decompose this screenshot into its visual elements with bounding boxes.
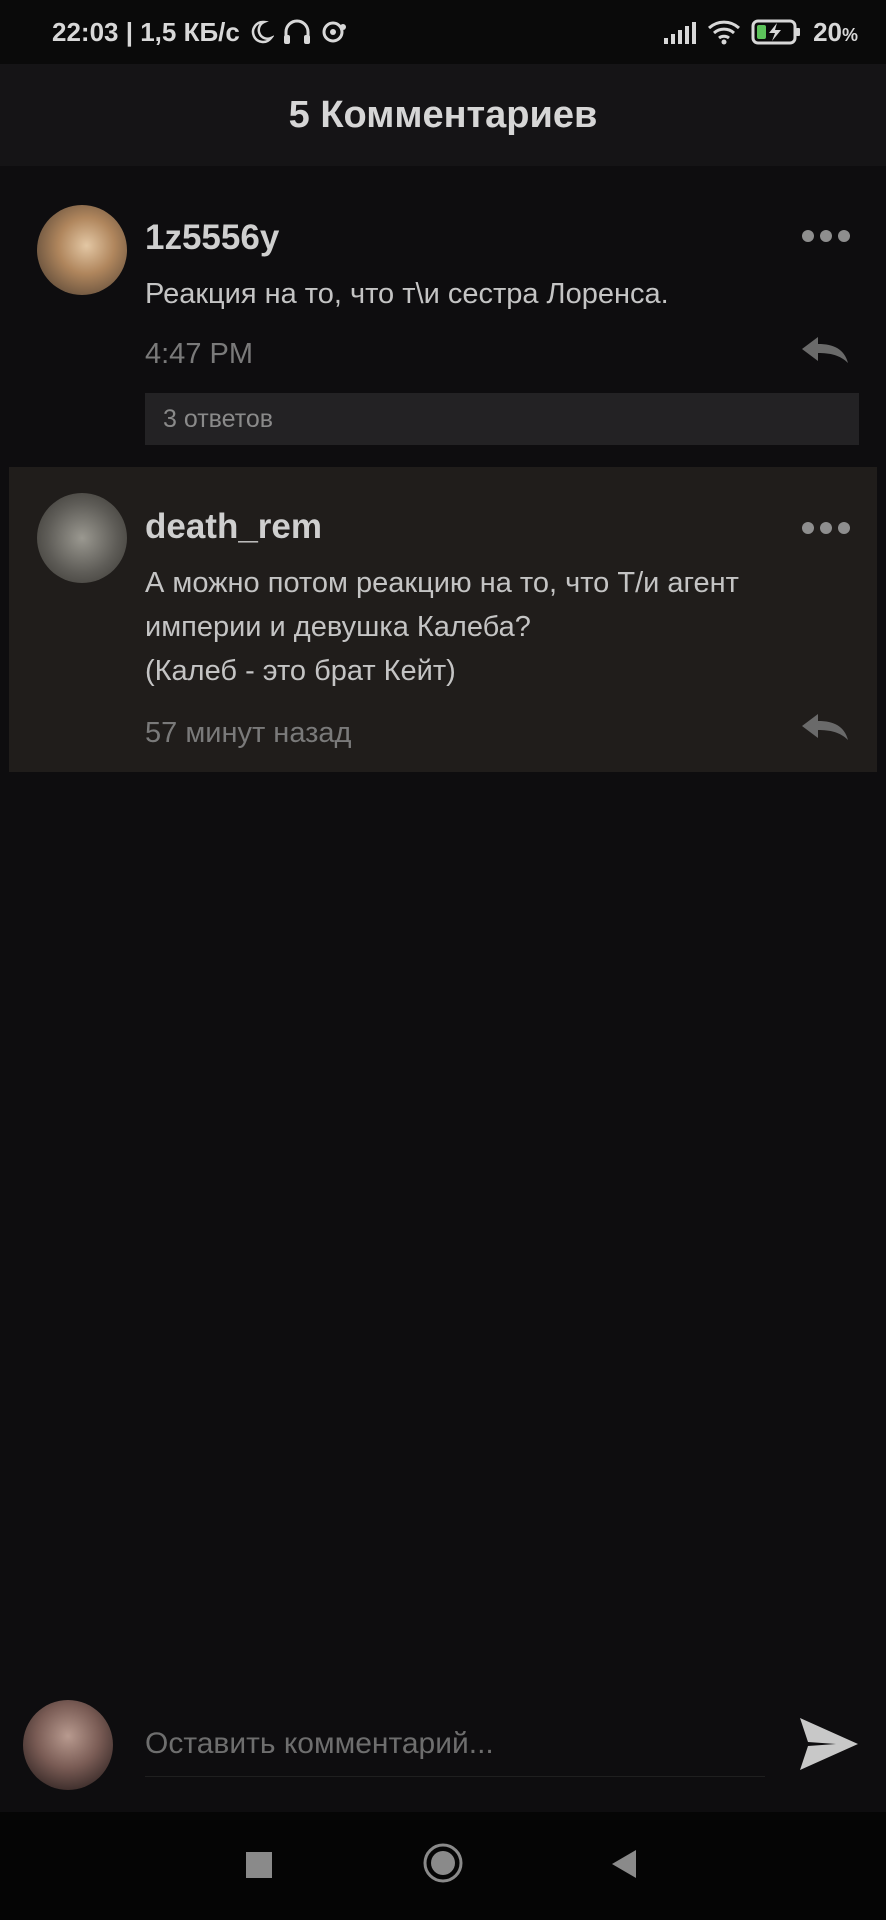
comment-item: 1z5556y Реакция на то, что т\и сестра Ло… [0,190,886,460]
comment-compose-bar [0,1690,886,1800]
more-icon[interactable] [802,230,850,242]
signal-icon [664,22,697,44]
reply-icon[interactable] [800,712,850,742]
sync-icon [322,21,346,43]
headphones-icon [283,19,310,44]
status-right: 20% [663,17,858,48]
user-avatar [23,1700,113,1790]
battery-percent: 20% [813,17,858,48]
send-icon[interactable] [796,1712,860,1776]
status-left: 22:03 | 1,5 КБ/с [52,17,348,48]
moon-icon [251,20,274,44]
system-nav-bar [0,1812,886,1920]
comment-timestamp: 57 минут назад [145,717,352,749]
battery-value: 20 [813,16,842,47]
status-bar: 22:03 | 1,5 КБ/с 20% [0,0,886,64]
replies-label: 3 ответов [163,404,274,433]
comment-timestamp: 4:47 PM [145,338,253,370]
header: 5 Комментариев [0,64,886,166]
wifi-icon [708,20,741,45]
page-title: 5 Комментариев [288,93,598,136]
comment-text: Реакция на то, что т\и сестра Лоренса. [145,278,669,310]
comment-input[interactable] [145,1712,765,1777]
comment-item-highlighted: death_rem А можно потом реакцию на то, ч… [9,467,877,772]
comment-username[interactable]: death_rem [145,507,322,547]
avatar[interactable] [37,205,127,295]
comment-text: А можно потом реакцию на то, что Т/и аге… [145,567,739,687]
home-button[interactable] [422,1842,464,1884]
battery-icon [751,19,801,45]
battery-unit: % [841,24,858,45]
reply-icon[interactable] [800,335,850,365]
recent-apps-button[interactable] [246,1852,272,1878]
status-time: 22:03 | 1,5 КБ/с [52,16,240,47]
avatar[interactable] [37,493,127,583]
comment-username[interactable]: 1z5556y [145,218,279,258]
back-button[interactable] [610,1848,638,1880]
more-icon[interactable] [802,522,850,534]
replies-button[interactable]: 3 ответов [145,393,859,445]
